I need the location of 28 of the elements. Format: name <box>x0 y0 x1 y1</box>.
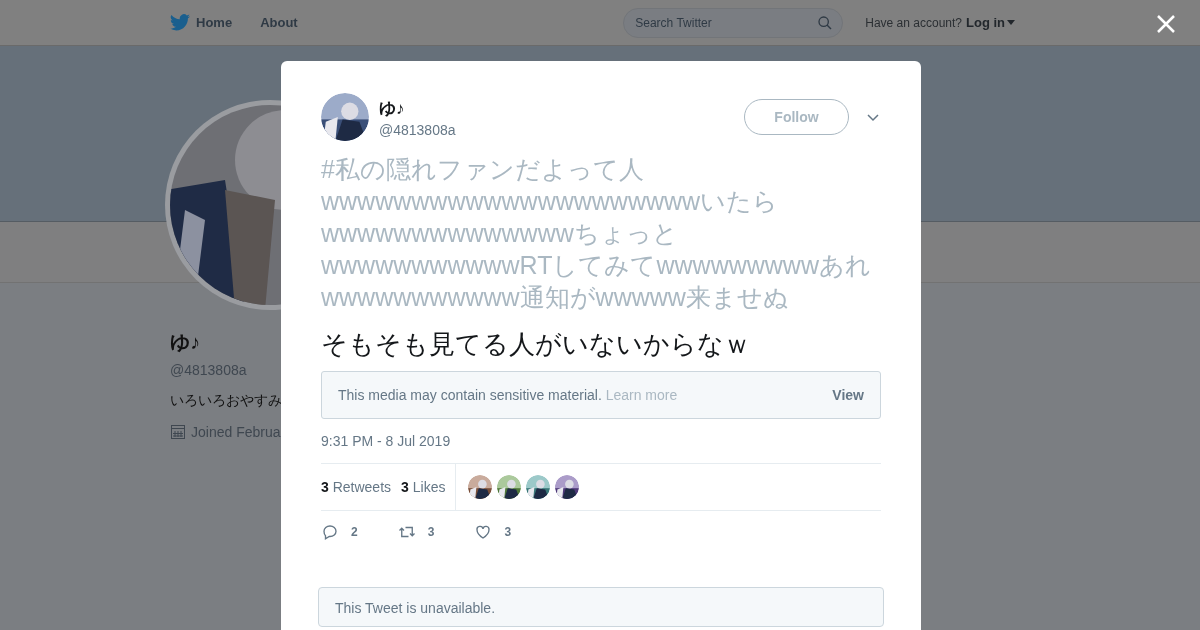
nav-link[interactable]: Home <box>170 14 233 31</box>
profile-name: ゆ♪ <box>170 330 200 355</box>
unavailable-notice: This Tweet is unavailable. <box>318 587 884 627</box>
view-button[interactable]: View <box>832 387 864 403</box>
author-name: ゆ♪ <box>379 97 406 120</box>
stat-link[interactable]: 3 Likes <box>401 479 446 495</box>
profile-bio: いろいろおやすみ <box>170 392 282 410</box>
author-handle: @4813808a <box>379 121 457 138</box>
quoted-text: #私の隠れファンだよって人wwwwwwwwwwwwwwwwwwwwwいたらwwwwwwwwwwwwwwちょっとwwwwwwwwwwwRTしてみてwwwwwwwwwあれwwwwwwwwwww通知がwwwww来ませぬ <box>321 154 872 313</box>
reply-button[interactable]: 2 <box>321 523 358 541</box>
caret-icon <box>1007 20 1015 25</box>
heart-icon <box>474 523 493 541</box>
sensitive-message: This media may contain sensitive material. Learn more <box>338 387 679 403</box>
calendar-icon <box>170 424 186 440</box>
tweet-time: 9:31 PM - 8 Jul 2019 <box>321 433 452 449</box>
profile-handle: @4813808a <box>170 362 247 378</box>
nav-link[interactable]: About <box>260 15 298 30</box>
retweet-button[interactable]: 3 <box>397 523 435 541</box>
like-button[interactable]: 3 <box>474 523 512 541</box>
tweet-text: そもそも見てる人がいないからなｗ <box>321 328 751 361</box>
search-field[interactable]: Search Twitter <box>623 7 844 38</box>
joined-date: Joined Februa <box>170 424 281 440</box>
stat-link[interactable]: 3 Retweets <box>321 479 392 495</box>
login-link[interactable]: Log in <box>966 15 1015 30</box>
account-prompt: Have an account? <box>865 15 962 30</box>
search-icon <box>817 14 834 31</box>
reply-icon <box>321 523 339 541</box>
bird-icon <box>170 14 190 31</box>
